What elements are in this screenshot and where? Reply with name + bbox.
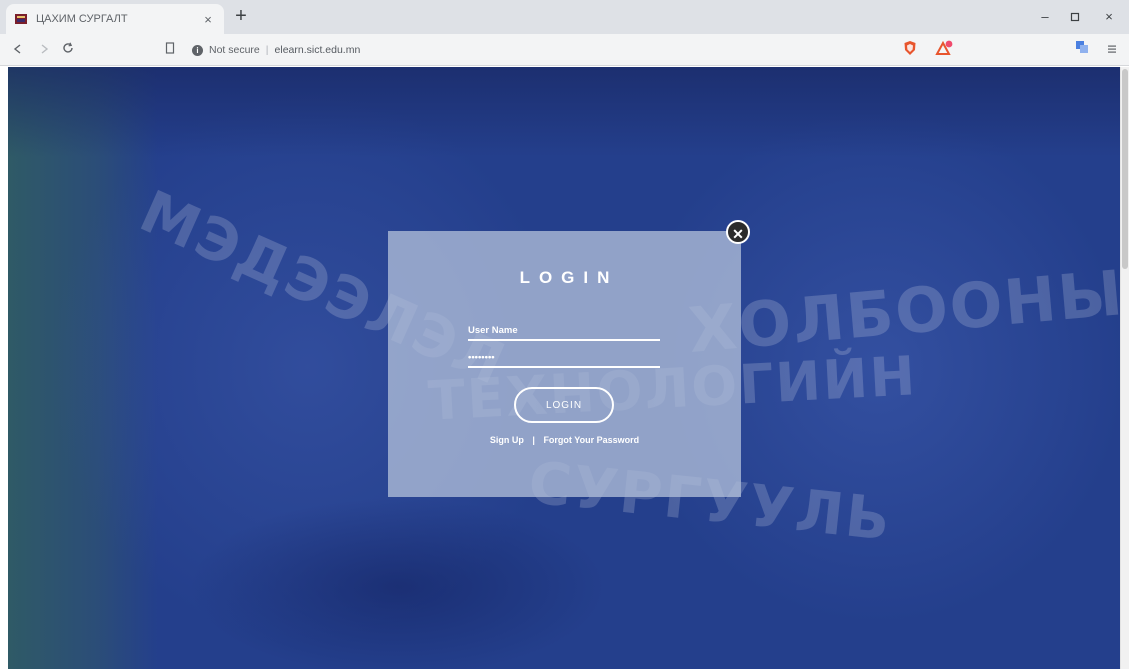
- page-scrollbar[interactable]: [1120, 67, 1129, 669]
- reload-button[interactable]: [58, 40, 78, 60]
- url-text[interactable]: elearn.sict.edu.mn: [275, 44, 361, 56]
- address-separator: |: [265, 44, 269, 56]
- bookmark-button[interactable]: [160, 40, 180, 60]
- browser-tab[interactable]: ЦАХИМ СУРГАЛТ ×: [6, 4, 224, 34]
- tab-title: ЦАХИМ СУРГАЛТ: [36, 13, 128, 25]
- close-window-button[interactable]: ×: [1094, 6, 1124, 28]
- bg-shape-top: [8, 67, 1120, 157]
- bookmark-icon: [165, 42, 175, 54]
- signup-link[interactable]: Sign Up: [490, 435, 524, 445]
- back-arrow-icon: [13, 44, 21, 54]
- modal-close-icon[interactable]: ✕: [726, 220, 750, 244]
- brave-shield-icon[interactable]: [900, 40, 920, 60]
- reload-icon: [63, 42, 73, 53]
- brave-rewards-icon[interactable]: [934, 40, 954, 60]
- maximize-icon: [1070, 12, 1080, 22]
- bg-shape-bottom: [188, 497, 608, 669]
- info-icon[interactable]: i: [192, 44, 203, 56]
- forward-button[interactable]: [34, 40, 54, 60]
- translate-icon[interactable]: [1072, 40, 1092, 60]
- university-logo-icon: [14, 12, 28, 26]
- login-modal: LOGIN LOGIN Sign Up | Forgot Your Passwo…: [388, 231, 741, 497]
- auth-links: Sign Up | Forgot Your Password: [388, 435, 741, 445]
- back-button[interactable]: [8, 40, 28, 60]
- new-tab-button[interactable]: +: [230, 6, 252, 28]
- link-separator: |: [532, 435, 535, 445]
- forgot-password-link[interactable]: Forgot Your Password: [543, 435, 639, 445]
- forward-arrow-icon: [41, 44, 49, 54]
- security-label: Not secure: [209, 44, 260, 56]
- login-title: LOGIN: [519, 268, 619, 287]
- password-input[interactable]: [468, 348, 660, 368]
- minimize-button[interactable]: –: [1030, 6, 1060, 28]
- maximize-button[interactable]: [1060, 6, 1090, 28]
- scrollbar-thumb[interactable]: [1122, 69, 1128, 269]
- browser-toolbar: i Not secure | elearn.sict.edu.mn: [0, 34, 1129, 66]
- menu-icon[interactable]: [1102, 40, 1122, 60]
- username-input[interactable]: [468, 321, 660, 341]
- browser-tabstrip: ЦАХИМ СУРГАЛТ × + – ×: [0, 0, 1129, 34]
- login-button[interactable]: LOGIN: [514, 387, 614, 423]
- tab-close-icon[interactable]: ×: [200, 12, 216, 27]
- address-bar[interactable]: i Not secure | elearn.sict.edu.mn: [192, 40, 360, 60]
